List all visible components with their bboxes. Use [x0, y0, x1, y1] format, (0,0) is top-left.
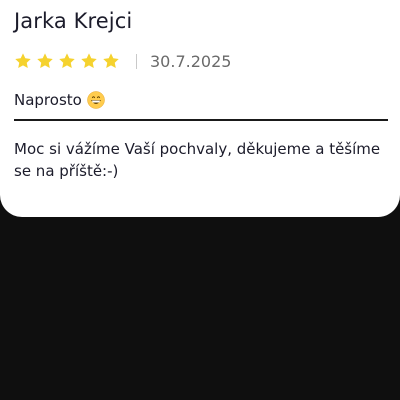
review-text-row: Naprosto: [14, 91, 105, 109]
review-date: 30.7.2025: [150, 51, 232, 71]
owner-reply: Moc si vážíme Vaší pochvaly, děkujeme a …: [14, 140, 381, 180]
review-text: Naprosto: [14, 91, 82, 109]
review-card: Jarka Krejci 30.7.2025 Naprosto Moc si v…: [0, 0, 400, 217]
star-icon: [81, 53, 97, 69]
grinning-face-emoji-icon: [87, 91, 105, 109]
star-rating: [14, 52, 120, 70]
star-icon: [59, 53, 75, 69]
vertical-divider: [136, 53, 137, 69]
review-author: Jarka Krejci: [14, 9, 133, 33]
section-divider: [14, 119, 388, 121]
rating-row: 30.7.2025: [14, 50, 231, 72]
star-icon: [15, 53, 31, 69]
star-icon: [37, 53, 53, 69]
star-icon: [103, 53, 119, 69]
